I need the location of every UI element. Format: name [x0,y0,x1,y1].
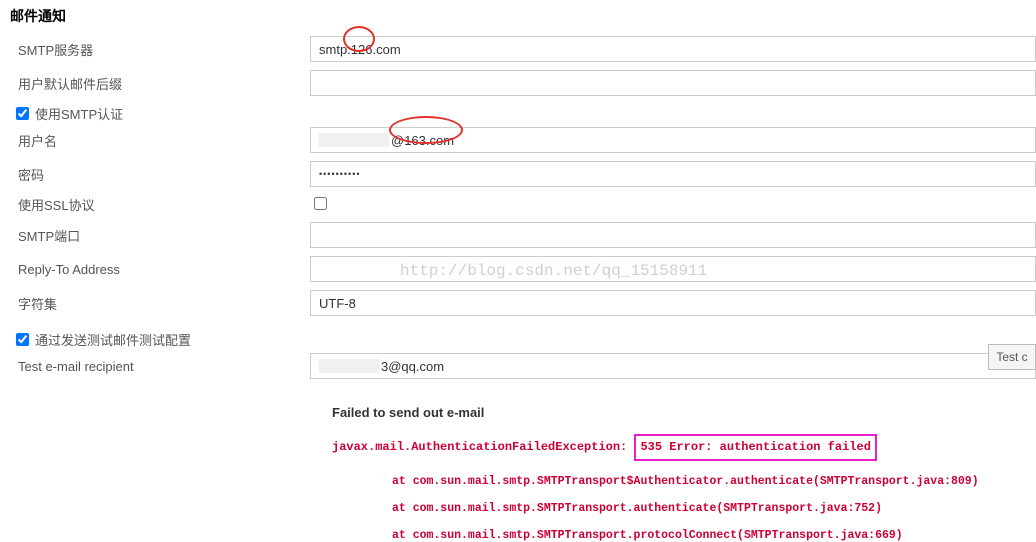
error-section: Failed to send out e-mail javax.mail.Aut… [332,405,1036,542]
label-charset: 字符集 [0,294,310,313]
input-test-recipient[interactable]: 3@qq.com [310,353,1036,379]
row-use-smtp-auth: 使用SMTP认证 [0,100,1036,125]
input-smtp-port[interactable] [310,222,1036,248]
label-test-config: 通过发送测试邮件测试配置 [35,330,191,349]
stack-line-0: at com.sun.mail.smtp.SMTPTransport$Authe… [392,475,1036,488]
stack-line-1: at com.sun.mail.smtp.SMTPTransport.authe… [392,502,1036,515]
row-use-ssl: 使用SSL协议 [0,191,1036,218]
label-default-suffix: 用户默认邮件后缀 [0,74,310,93]
recipient-suffix: 3@qq.com [381,359,444,374]
input-username[interactable]: @163.com [310,127,1036,153]
checkbox-use-smtp-auth[interactable] [16,107,29,120]
checkbox-test-config[interactable] [16,333,29,346]
exception-detail: 535 Error: authentication failed [634,434,876,461]
row-default-suffix: 用户默认邮件后缀 [0,66,1036,100]
label-username: 用户名 [0,131,310,150]
label-use-smtp-auth: 使用SMTP认证 [35,104,123,123]
checkbox-use-ssl[interactable] [314,197,327,210]
exception-prefix: javax.mail.AuthenticationFailedException… [332,440,634,454]
input-default-suffix[interactable] [310,70,1036,96]
redacted-recipient-prefix [319,359,379,373]
test-configuration-button[interactable]: Test c [988,344,1036,370]
row-test-recipient: Test e-mail recipient 3@qq.com [0,349,1036,383]
label-use-ssl: 使用SSL协议 [0,195,310,214]
stack-line-2: at com.sun.mail.smtp.SMTPTransport.proto… [392,529,1036,542]
input-password[interactable] [310,161,1036,187]
row-password: 密码 [0,157,1036,191]
label-password: 密码 [0,165,310,184]
row-smtp-port: SMTP端口 [0,218,1036,252]
username-suffix: @163.com [391,133,454,148]
exception-line: javax.mail.AuthenticationFailedException… [332,434,1036,461]
label-smtp-server: SMTP服务器 [0,40,310,59]
row-test-config: 通过发送测试邮件测试配置 [0,326,1036,351]
error-title: Failed to send out e-mail [332,405,1036,420]
label-test-recipient: Test e-mail recipient [0,359,310,374]
section-title: 邮件通知 [0,0,1036,32]
redacted-username-prefix [319,133,389,147]
input-charset[interactable] [310,290,1036,316]
row-reply-to: Reply-To Address [0,252,1036,286]
row-charset: 字符集 [0,286,1036,320]
row-smtp-server: SMTP服务器 [0,32,1036,66]
row-username: 用户名 @163.com [0,123,1036,157]
label-smtp-port: SMTP端口 [0,226,310,245]
label-reply-to: Reply-To Address [0,262,310,277]
input-smtp-server[interactable] [310,36,1036,62]
input-reply-to[interactable] [310,256,1036,282]
